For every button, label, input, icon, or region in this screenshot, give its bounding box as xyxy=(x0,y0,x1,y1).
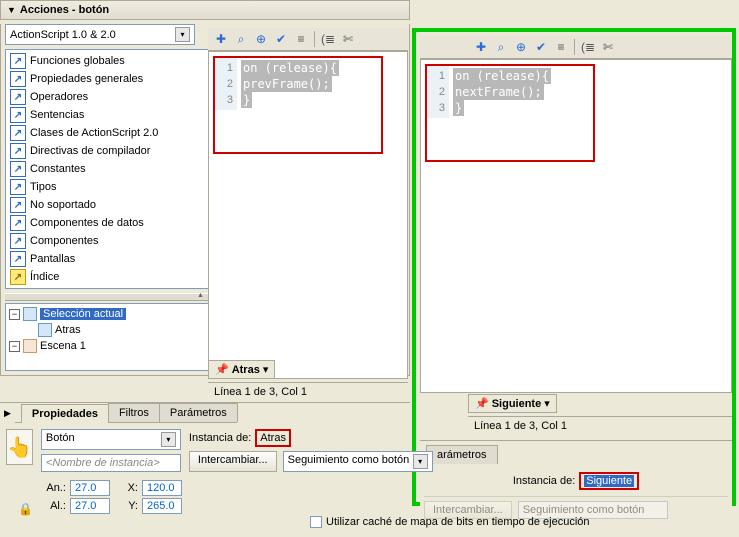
collapse-minus-icon[interactable]: − xyxy=(9,341,20,352)
category-icon: ↗ xyxy=(10,197,26,213)
x-label: X: xyxy=(114,482,138,494)
category-icon: ↗ xyxy=(10,71,26,87)
editor-toolbar-right: ✚ ⌕ ⊕ ✔ ≡ (≣ ✄ xyxy=(420,36,732,59)
instance-name-right: Siguiente xyxy=(579,472,639,490)
instance-label: Instancia de: xyxy=(189,432,251,444)
category-icon: ↗ xyxy=(10,53,26,69)
tree-item-label: Sentencias xyxy=(30,109,84,121)
tab-propiedades[interactable]: Propiedades xyxy=(21,404,109,423)
collapse-icon: ▼ xyxy=(7,5,16,15)
tree-item-label: Operadores xyxy=(30,91,88,103)
category-icon: ↗ xyxy=(10,107,26,123)
y-input[interactable]: 265.0 xyxy=(142,498,182,514)
lock-icon[interactable]: 🔒 xyxy=(18,502,33,516)
category-icon: ↗ xyxy=(10,251,26,267)
tab-filtros[interactable]: Filtros xyxy=(108,403,160,422)
pin-icon: 📌 xyxy=(215,363,229,376)
script-version-dropdown[interactable]: ActionScript 1.0 & 2.0 ▾ xyxy=(5,24,195,45)
status-left: Línea 1 de 3, Col 1 xyxy=(208,382,408,401)
expand-icon[interactable]: ▶ xyxy=(0,408,15,419)
props-tabs: Propiedades Filtros Parámetros xyxy=(15,403,237,423)
symbol-type-select[interactable]: Botón▾ xyxy=(41,429,181,450)
symbol-type-icon: 👆 xyxy=(6,429,33,465)
actions-panel-header[interactable]: ▼ Acciones - botón xyxy=(0,0,410,20)
debug-icon[interactable]: (≣ xyxy=(319,30,337,48)
tab-menu-icon[interactable]: ▾ xyxy=(544,397,550,410)
width-label: An.: xyxy=(42,482,66,494)
height-input[interactable]: 27.0 xyxy=(70,498,110,514)
height-label: Al.: xyxy=(42,500,66,512)
button-symbol-icon xyxy=(38,323,52,337)
script-tab-label: Siguiente xyxy=(492,398,542,410)
tree-item-label: Funciones globales xyxy=(30,55,125,67)
tab-menu-icon[interactable]: ▾ xyxy=(263,363,269,376)
collapse-minus-icon[interactable]: − xyxy=(9,309,20,320)
format-icon[interactable]: ≡ xyxy=(552,38,570,56)
tree-item-label: Componentes xyxy=(30,235,99,247)
add-icon[interactable]: ✚ xyxy=(212,30,230,48)
category-icon: ↗ xyxy=(10,233,26,249)
tree-item-label: Pantallas xyxy=(30,253,75,265)
scene-icon xyxy=(23,339,37,353)
track-select[interactable]: Seguimiento como botón▾ xyxy=(283,451,433,472)
editor-toolbar-left: ✚ ⌕ ⊕ ✔ ≡ (≣ ✄ xyxy=(208,28,408,51)
category-icon: ↗ xyxy=(10,179,26,195)
chevron-down-icon: ▾ xyxy=(175,27,190,42)
tree-item-label: Índice xyxy=(30,271,59,283)
selection-item[interactable]: Atras xyxy=(55,324,81,336)
script-tab-label: Atras xyxy=(232,364,260,376)
swap-button[interactable]: Intercambiar... xyxy=(189,451,277,472)
tree-item-label: Directivas de compilador xyxy=(30,145,150,157)
find-icon[interactable]: ⌕ xyxy=(232,30,250,48)
instance-name-left: Atras xyxy=(255,429,291,447)
status-right: Línea 1 de 3, Col 1 xyxy=(468,416,732,435)
format-icon[interactable]: ≡ xyxy=(292,30,310,48)
debug-icon[interactable]: (≣ xyxy=(579,38,597,56)
cut-icon[interactable]: ✄ xyxy=(339,30,357,48)
tab-parametros-partial[interactable]: arámetros xyxy=(426,445,498,464)
width-input[interactable]: 27.0 xyxy=(70,480,110,496)
script-version-label: ActionScript 1.0 & 2.0 xyxy=(10,29,116,41)
pin-icon: 📌 xyxy=(475,397,489,410)
cache-checkbox[interactable] xyxy=(310,516,322,528)
add-icon[interactable]: ✚ xyxy=(472,38,490,56)
panel-title: Acciones - botón xyxy=(20,4,109,16)
selection-icon xyxy=(23,307,37,321)
cache-label: Utilizar caché de mapa de bits en tiempo… xyxy=(326,516,590,528)
check-icon[interactable]: ✔ xyxy=(532,38,550,56)
y-label: Y: xyxy=(114,500,138,512)
category-icon: ↗ xyxy=(10,161,26,177)
find-icon[interactable]: ⌕ xyxy=(492,38,510,56)
target-icon[interactable]: ⊕ xyxy=(252,30,270,48)
category-icon: ↗ xyxy=(10,269,26,285)
category-icon: ↗ xyxy=(10,89,26,105)
tree-item-label: Tipos xyxy=(30,181,57,193)
tab-parametros[interactable]: Parámetros xyxy=(159,403,238,422)
tree-item-label: Constantes xyxy=(30,163,86,175)
scene-label[interactable]: Escena 1 xyxy=(40,340,86,352)
script-tab-left[interactable]: 📌 Atras ▾ xyxy=(208,360,275,379)
target-icon[interactable]: ⊕ xyxy=(512,38,530,56)
category-icon: ↗ xyxy=(10,215,26,231)
cut-icon[interactable]: ✄ xyxy=(599,38,617,56)
code-editor-right[interactable]: 123 on (release){nextFrame();} xyxy=(420,59,732,393)
tree-item-label: Componentes de datos xyxy=(30,217,144,229)
code-editor-left[interactable]: 123 on (release){prevFrame();} xyxy=(208,51,408,379)
tree-item-label: Propiedades generales xyxy=(30,73,143,85)
instance-name-input[interactable]: <Nombre de instancia> xyxy=(41,454,181,472)
selection-current: Selección actual xyxy=(40,308,126,320)
category-icon: ↗ xyxy=(10,143,26,159)
x-input[interactable]: 120.0 xyxy=(142,480,182,496)
category-icon: ↗ xyxy=(10,125,26,141)
tree-item-label: Clases de ActionScript 2.0 xyxy=(30,127,158,139)
script-tab-right[interactable]: 📌 Siguiente ▾ xyxy=(468,394,557,413)
check-icon[interactable]: ✔ xyxy=(272,30,290,48)
instance-label-right: Instancia de: xyxy=(513,475,575,487)
tree-item-label: No soportado xyxy=(30,199,96,211)
